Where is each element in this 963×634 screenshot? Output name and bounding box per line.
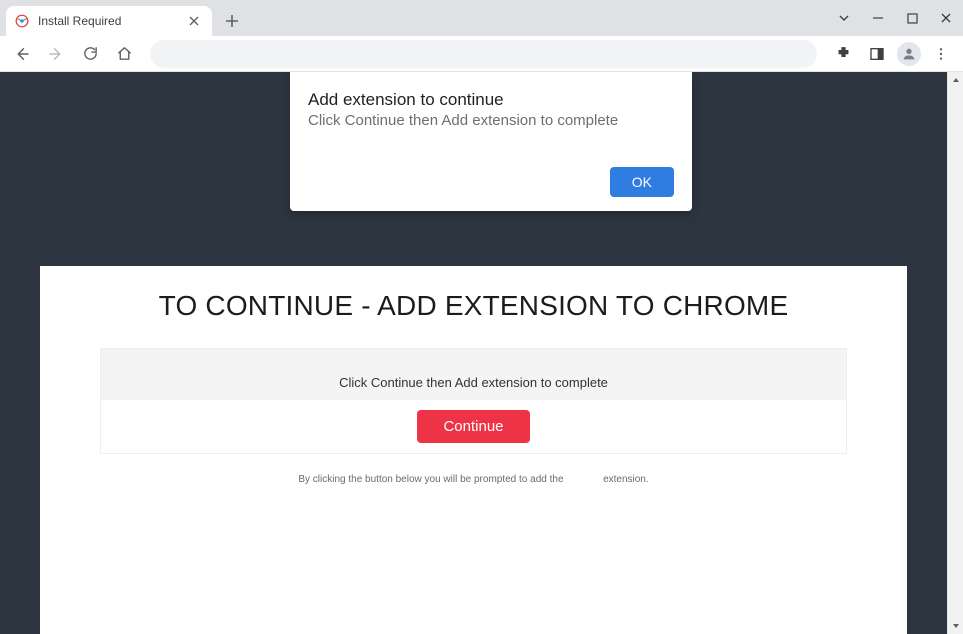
- instruction-panel: Click Continue then Add extension to com…: [100, 348, 847, 454]
- continue-button[interactable]: Continue: [417, 410, 529, 443]
- dialog-subtitle: Click Continue then Add extension to com…: [308, 112, 674, 129]
- extensions-icon[interactable]: [829, 40, 857, 68]
- address-bar[interactable]: [150, 40, 817, 68]
- window-close-button[interactable]: [929, 0, 963, 36]
- kebab-menu-icon[interactable]: [927, 40, 955, 68]
- content-card: TO CONTINUE - ADD EXTENSION TO CHROME Cl…: [40, 266, 907, 634]
- profile-avatar[interactable]: [897, 42, 921, 66]
- tab-title: Install Required: [38, 14, 186, 28]
- fineprint-part-a: By clicking the button below you will be…: [298, 474, 563, 485]
- dialog-ok-button[interactable]: OK: [610, 167, 674, 197]
- new-tab-button[interactable]: [218, 7, 246, 35]
- forward-button[interactable]: [42, 40, 70, 68]
- side-panel-icon[interactable]: [863, 40, 891, 68]
- alert-dialog: Add extension to continue Click Continue…: [290, 72, 692, 211]
- instruction-text: Click Continue then Add extension to com…: [101, 349, 846, 400]
- back-button[interactable]: [8, 40, 36, 68]
- page-viewport: TO CONTINUE - ADD EXTENSION TO CHROME Cl…: [0, 72, 947, 634]
- dialog-title: Add extension to continue: [308, 90, 674, 110]
- scroll-down-icon[interactable]: [948, 618, 963, 634]
- fineprint: By clicking the button below you will be…: [100, 474, 847, 485]
- browser-tab[interactable]: Install Required: [6, 6, 212, 36]
- vertical-scrollbar[interactable]: [947, 72, 963, 634]
- viewport-wrap: TO CONTINUE - ADD EXTENSION TO CHROME Cl…: [0, 72, 963, 634]
- scroll-up-icon[interactable]: [948, 72, 963, 88]
- tab-search-icon[interactable]: [827, 0, 861, 36]
- page-heading: TO CONTINUE - ADD EXTENSION TO CHROME: [100, 290, 847, 322]
- toolbar: [0, 36, 963, 72]
- window-minimize-button[interactable]: [861, 0, 895, 36]
- tab-favicon: [14, 13, 30, 29]
- window-controls: [827, 0, 963, 36]
- titlebar: Install Required: [0, 0, 963, 36]
- tab-close-icon[interactable]: [186, 13, 202, 29]
- fineprint-part-b: extension.: [603, 474, 649, 485]
- home-button[interactable]: [110, 40, 138, 68]
- window-maximize-button[interactable]: [895, 0, 929, 36]
- reload-button[interactable]: [76, 40, 104, 68]
